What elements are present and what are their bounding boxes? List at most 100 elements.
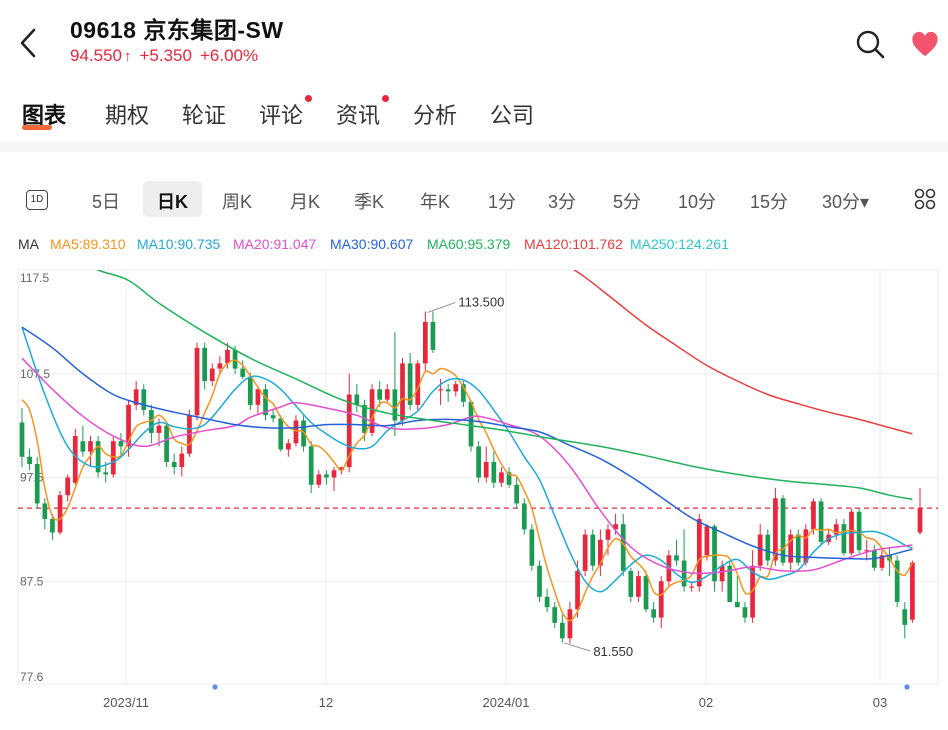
candle-body bbox=[324, 474, 329, 478]
candle-body bbox=[430, 321, 436, 350]
period-weekly[interactable]: 周K bbox=[222, 188, 252, 214]
candle-body bbox=[910, 562, 915, 620]
comments-badge-dot bbox=[305, 95, 312, 102]
candle-body bbox=[72, 436, 78, 483]
period-15min[interactable]: 15分 bbox=[750, 188, 788, 214]
calendar-icon[interactable]: 1D bbox=[26, 190, 48, 210]
event-marker-dot bbox=[212, 684, 218, 690]
candle-body bbox=[689, 586, 695, 588]
candle-body bbox=[696, 519, 702, 587]
candle-body bbox=[468, 401, 474, 447]
period-yearly[interactable]: 年K bbox=[420, 188, 450, 214]
chevron-left-icon[interactable] bbox=[14, 22, 44, 62]
candle-body bbox=[552, 607, 558, 623]
stock-quote: 94.550 ↑ +5.350 +6.00% bbox=[70, 46, 258, 66]
candle-body bbox=[285, 443, 291, 450]
candle-body bbox=[537, 565, 542, 597]
tab-news[interactable]: 资讯 bbox=[336, 98, 380, 130]
y-tick-label: 97.5 bbox=[20, 471, 44, 485]
candle-body bbox=[369, 389, 375, 433]
candle-body bbox=[422, 321, 428, 364]
event-marker-dot bbox=[904, 684, 910, 690]
x-tick-label: 2023/11 bbox=[103, 695, 149, 710]
candle-body bbox=[521, 503, 527, 530]
ma60-value: MA60:95.379 bbox=[427, 236, 511, 252]
candle-body bbox=[377, 389, 383, 400]
search-icon[interactable] bbox=[854, 28, 886, 60]
candle-body bbox=[917, 508, 923, 533]
candle-body bbox=[628, 570, 634, 597]
candle-body bbox=[171, 461, 177, 468]
candle-body bbox=[636, 576, 641, 597]
tab-warrants[interactable]: 轮证 bbox=[182, 98, 226, 130]
period-daily[interactable]: 日K bbox=[157, 188, 188, 214]
ma10-value: MA10:90.735 bbox=[137, 236, 221, 252]
layout-grid-icon[interactable] bbox=[914, 188, 936, 210]
price-up-arrow-icon: ↑ bbox=[124, 47, 132, 65]
ma10-line bbox=[21, 326, 913, 593]
y-tick-label: 117.5 bbox=[20, 271, 49, 285]
candle-body bbox=[780, 498, 786, 563]
period-10min[interactable]: 10分 bbox=[678, 188, 716, 214]
candle-body bbox=[894, 560, 900, 603]
candle-body bbox=[57, 495, 63, 533]
tab-options[interactable]: 期权 bbox=[105, 98, 149, 130]
candle-body bbox=[476, 446, 481, 478]
candle-body bbox=[902, 609, 908, 625]
candle-body bbox=[65, 477, 71, 496]
candle-body bbox=[141, 389, 147, 411]
candle-body bbox=[255, 389, 261, 405]
period-monthly[interactable]: 月K bbox=[290, 188, 320, 214]
candle-body bbox=[582, 534, 588, 571]
candle-body bbox=[80, 441, 86, 452]
candle-body bbox=[240, 368, 246, 377]
period-5min[interactable]: 5分 bbox=[613, 188, 641, 214]
section-divider bbox=[0, 142, 948, 152]
low-annotation-label: 81.550 bbox=[593, 644, 633, 659]
candle-body bbox=[445, 389, 451, 392]
candle-body bbox=[19, 422, 25, 457]
ma250-value: MA250:124.261 bbox=[630, 236, 729, 252]
ma30-value: MA30:90.607 bbox=[330, 236, 414, 252]
candle-body bbox=[316, 474, 322, 485]
candle-body bbox=[483, 461, 489, 478]
ma-label: MA bbox=[18, 236, 39, 252]
ma120-value: MA120:101.762 bbox=[524, 236, 623, 252]
candle-body bbox=[156, 425, 162, 433]
period-5day[interactable]: 5日 bbox=[92, 188, 120, 214]
candle-body bbox=[529, 529, 535, 566]
candle-body bbox=[658, 581, 664, 618]
x-tick-label: 03 bbox=[873, 695, 887, 710]
high-annotation-label: 113.500 bbox=[458, 295, 504, 310]
tab-company[interactable]: 公司 bbox=[490, 98, 534, 130]
period-quarterly[interactable]: 季K bbox=[354, 188, 384, 214]
candle-body bbox=[400, 363, 405, 421]
candle-body bbox=[811, 501, 816, 530]
high-annotation-leader bbox=[427, 302, 456, 313]
ma5-value: MA5:89.310 bbox=[50, 236, 126, 252]
tab-comments[interactable]: 评论 bbox=[259, 98, 303, 130]
candlestick-chart[interactable]: 117.5107.597.587.577.62023/11 12 2024/01 02… bbox=[0, 256, 948, 716]
candle-body bbox=[247, 376, 253, 405]
period-1min[interactable]: 1分 bbox=[488, 188, 516, 214]
candle-body bbox=[194, 347, 200, 416]
stock-price: 94.550 bbox=[70, 46, 122, 65]
candle-body bbox=[757, 534, 763, 566]
heart-icon[interactable] bbox=[910, 30, 940, 58]
candle-body bbox=[202, 347, 208, 382]
candle-body bbox=[453, 384, 459, 392]
candle-body bbox=[164, 425, 169, 462]
main-tab-bar: 图表 期权 轮证 评论 资讯 分析 公司 bbox=[0, 92, 948, 136]
candle-body bbox=[742, 607, 748, 618]
candle-body bbox=[270, 415, 276, 419]
candle-body bbox=[118, 441, 124, 447]
tab-analysis[interactable]: 分析 bbox=[413, 98, 457, 130]
candle-body bbox=[795, 534, 801, 563]
candle-body bbox=[217, 363, 223, 369]
period-30min-dropdown[interactable]: 30分▾ bbox=[822, 188, 869, 214]
candle-body bbox=[384, 389, 390, 400]
candle-body bbox=[331, 470, 337, 478]
period-3min[interactable]: 3分 bbox=[548, 188, 576, 214]
ma30-line bbox=[21, 326, 913, 560]
candle-body bbox=[674, 555, 679, 561]
